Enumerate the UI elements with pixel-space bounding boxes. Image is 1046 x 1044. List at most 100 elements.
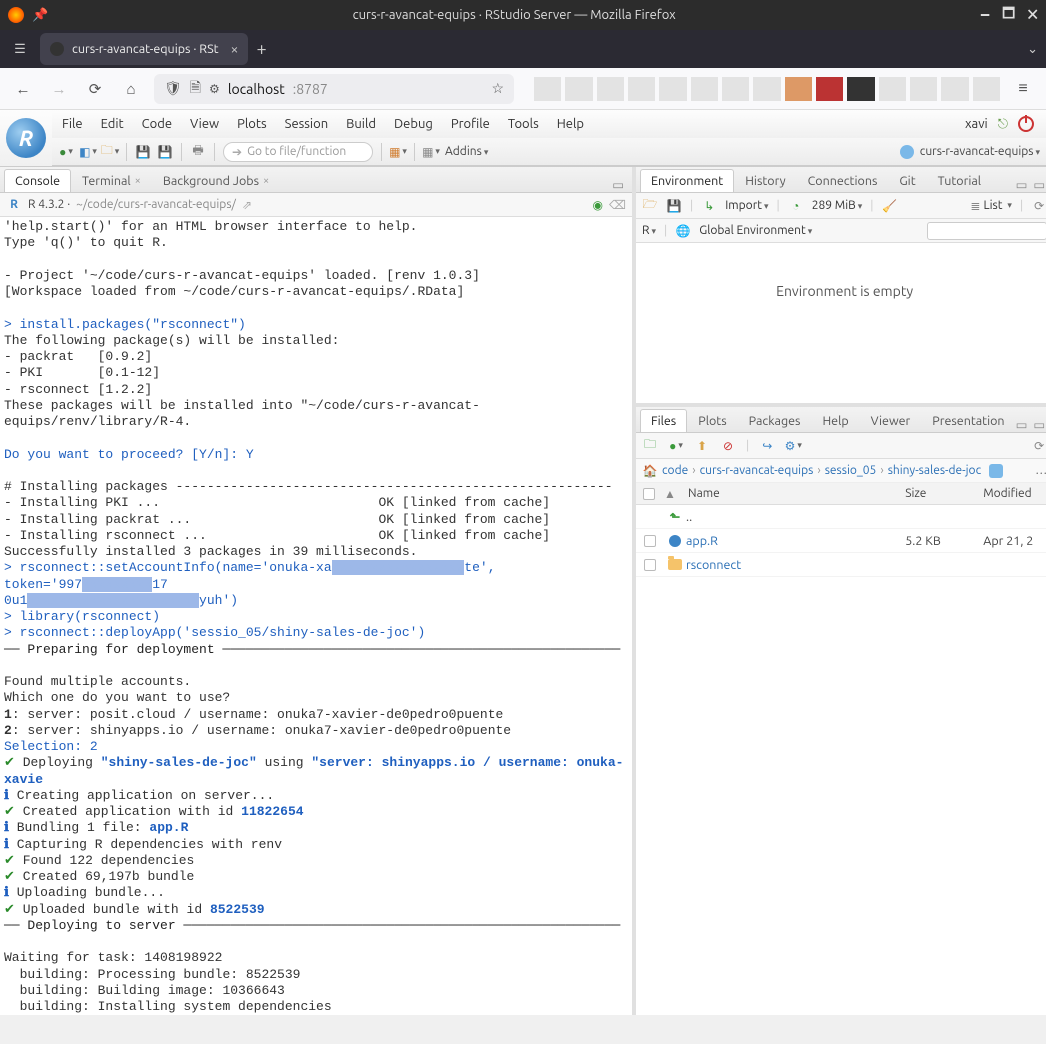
tab-presentation[interactable]: Presentation bbox=[921, 409, 1015, 432]
tab-history[interactable]: History bbox=[734, 169, 796, 192]
rename-icon[interactable]: ↪ bbox=[759, 438, 775, 454]
new-folder-icon[interactable]: 🗀 bbox=[642, 438, 658, 454]
menu-build[interactable]: Build bbox=[346, 117, 376, 131]
window-maximize-icon[interactable]: 🗖 bbox=[1002, 3, 1015, 27]
col-name[interactable]: Name bbox=[686, 487, 905, 500]
tab-packages[interactable]: Packages bbox=[738, 409, 812, 432]
file-name[interactable]: app.R bbox=[686, 534, 905, 548]
tab-files[interactable]: Files bbox=[640, 409, 687, 432]
working-dir[interactable]: ~/code/curs-r-avancat-equips/ bbox=[76, 198, 236, 211]
project-name[interactable]: curs-r-avancat-equips bbox=[920, 145, 1040, 158]
save-all-button[interactable]: 💾 bbox=[157, 144, 173, 160]
menu-view[interactable]: View bbox=[190, 117, 219, 131]
view-mode-list[interactable]: ≣List bbox=[970, 199, 1012, 213]
close-icon[interactable]: × bbox=[263, 175, 269, 187]
tab-viewer[interactable]: Viewer bbox=[860, 409, 922, 432]
load-workspace-icon[interactable]: 🗁 bbox=[642, 198, 658, 214]
menu-tools[interactable]: Tools bbox=[508, 117, 539, 131]
menu-edit[interactable]: Edit bbox=[101, 117, 124, 131]
new-file-button[interactable]: ● bbox=[58, 144, 74, 160]
sidebar-toggle-icon[interactable]: ☰ bbox=[8, 37, 32, 61]
import-dataset-button[interactable]: Import bbox=[725, 199, 768, 212]
file-name[interactable]: rsconnect bbox=[686, 558, 905, 572]
crumb[interactable]: sessio_05 bbox=[825, 464, 877, 477]
clear-objects-icon[interactable]: 🧹 bbox=[882, 198, 898, 214]
new-file-icon[interactable]: ● bbox=[668, 438, 684, 454]
pane-minimize-icon[interactable]: ▭ bbox=[1016, 417, 1028, 432]
tab-help[interactable]: Help bbox=[811, 409, 859, 432]
col-size[interactable]: Size bbox=[905, 487, 983, 500]
tabs-dropdown-icon[interactable]: ⌄ bbox=[1027, 42, 1038, 57]
home-folder-icon[interactable]: 🏠 bbox=[642, 463, 658, 479]
memory-usage[interactable]: 289 MiB bbox=[812, 199, 863, 212]
goto-file-input[interactable]: ➔ Go to file/function bbox=[223, 142, 373, 162]
environment-search-input[interactable] bbox=[927, 222, 1046, 240]
shield-icon[interactable]: 🛡 bbox=[164, 80, 182, 97]
more-gear-icon[interactable]: ⚙ bbox=[785, 438, 801, 454]
tab-connections[interactable]: Connections bbox=[797, 169, 889, 192]
menu-profile[interactable]: Profile bbox=[451, 117, 490, 131]
browser-tab[interactable]: curs-r-avancat-equips · RSt × bbox=[40, 33, 248, 65]
tab-tutorial[interactable]: Tutorial bbox=[927, 169, 992, 192]
grid-button[interactable]: ▦ bbox=[423, 144, 439, 160]
bookmark-star-icon[interactable]: ☆ bbox=[491, 80, 504, 97]
environment-scope-dropdown[interactable]: Global Environment bbox=[699, 224, 812, 237]
file-row-up[interactable]: ⬑ .. bbox=[636, 505, 1046, 529]
close-icon[interactable]: × bbox=[135, 175, 141, 187]
menu-file[interactable]: File bbox=[62, 117, 83, 131]
tab-background-jobs[interactable]: Background Jobs× bbox=[152, 169, 280, 192]
hamburger-menu-icon[interactable]: ≡ bbox=[1010, 76, 1036, 102]
file-row[interactable]: rsconnect bbox=[636, 553, 1046, 577]
console-output[interactable]: 'help.start()' for an HTML browser inter… bbox=[0, 217, 632, 1015]
tab-console[interactable]: Console bbox=[4, 169, 71, 192]
pane-minimize-icon[interactable]: ▭ bbox=[1016, 177, 1028, 192]
tab-environment[interactable]: Environment bbox=[640, 169, 734, 192]
tab-terminal[interactable]: Terminal× bbox=[71, 169, 152, 192]
save-button[interactable]: 💾 bbox=[135, 144, 151, 160]
clear-console-icon[interactable]: ⌫ bbox=[609, 198, 626, 212]
menu-plots[interactable]: Plots bbox=[237, 117, 267, 131]
pane-maximize-icon[interactable]: ▭ bbox=[1033, 177, 1045, 192]
open-file-button[interactable]: 🗀 bbox=[102, 144, 118, 160]
tab-git[interactable]: Git bbox=[888, 169, 926, 192]
new-tab-button[interactable]: + bbox=[256, 39, 266, 59]
crumb[interactable]: code bbox=[662, 464, 688, 477]
home-button[interactable]: ⌂ bbox=[118, 76, 144, 102]
row-checkbox[interactable] bbox=[644, 559, 656, 571]
more-crumb-icon[interactable]: … bbox=[1035, 464, 1046, 477]
wd-popup-icon[interactable]: ⇗ bbox=[242, 198, 252, 212]
menu-code[interactable]: Code bbox=[142, 117, 172, 131]
back-button[interactable]: ← bbox=[10, 76, 36, 102]
upload-icon[interactable]: ⬆ bbox=[694, 438, 710, 454]
permissions-icon[interactable]: ⚙ bbox=[209, 82, 220, 96]
menu-help[interactable]: Help bbox=[557, 117, 584, 131]
url-bar[interactable]: 🛡 🗎 ⚙ localhost:8787 ☆ bbox=[154, 74, 514, 104]
file-row[interactable]: app.R 5.2 KB Apr 21, 2 bbox=[636, 529, 1046, 553]
vcs-button[interactable]: ▦ bbox=[390, 144, 406, 160]
window-close-icon[interactable]: 🗙 bbox=[1027, 3, 1038, 27]
crumb[interactable]: shiny-sales-de-joc bbox=[888, 464, 981, 477]
refresh-env-icon[interactable]: ⟳ bbox=[1031, 198, 1046, 214]
reload-button[interactable]: ⟳ bbox=[82, 76, 108, 102]
refresh-files-icon[interactable]: ⟳ bbox=[1031, 438, 1046, 454]
signout-icon[interactable]: ⎋ bbox=[998, 117, 1008, 132]
language-r-dropdown[interactable]: R bbox=[642, 224, 656, 237]
select-all-checkbox[interactable] bbox=[643, 488, 655, 500]
new-project-button[interactable]: ◧ bbox=[80, 144, 96, 160]
col-modified[interactable]: Modified bbox=[983, 487, 1046, 500]
menu-debug[interactable]: Debug bbox=[394, 117, 433, 131]
row-checkbox[interactable] bbox=[644, 535, 656, 547]
addins-button[interactable]: Addins bbox=[445, 145, 488, 158]
tab-plots2[interactable]: Plots bbox=[687, 409, 737, 432]
window-minimize-icon[interactable]: 🗕 bbox=[980, 3, 990, 27]
quit-session-icon[interactable] bbox=[1018, 116, 1034, 132]
pin-icon[interactable]: 📌 bbox=[32, 8, 48, 23]
sort-indicator-icon[interactable]: ▲ bbox=[664, 487, 686, 501]
site-info-icon[interactable]: 🗎 bbox=[190, 77, 201, 101]
delete-icon[interactable]: ⊘ bbox=[720, 438, 736, 454]
print-button[interactable]: 🖶 bbox=[190, 144, 206, 160]
menu-session[interactable]: Session bbox=[285, 117, 328, 131]
pane-maximize-icon[interactable]: ▭ bbox=[1033, 417, 1045, 432]
save-workspace-icon[interactable]: 💾 bbox=[666, 198, 682, 214]
tab-close-icon[interactable]: × bbox=[231, 41, 239, 57]
